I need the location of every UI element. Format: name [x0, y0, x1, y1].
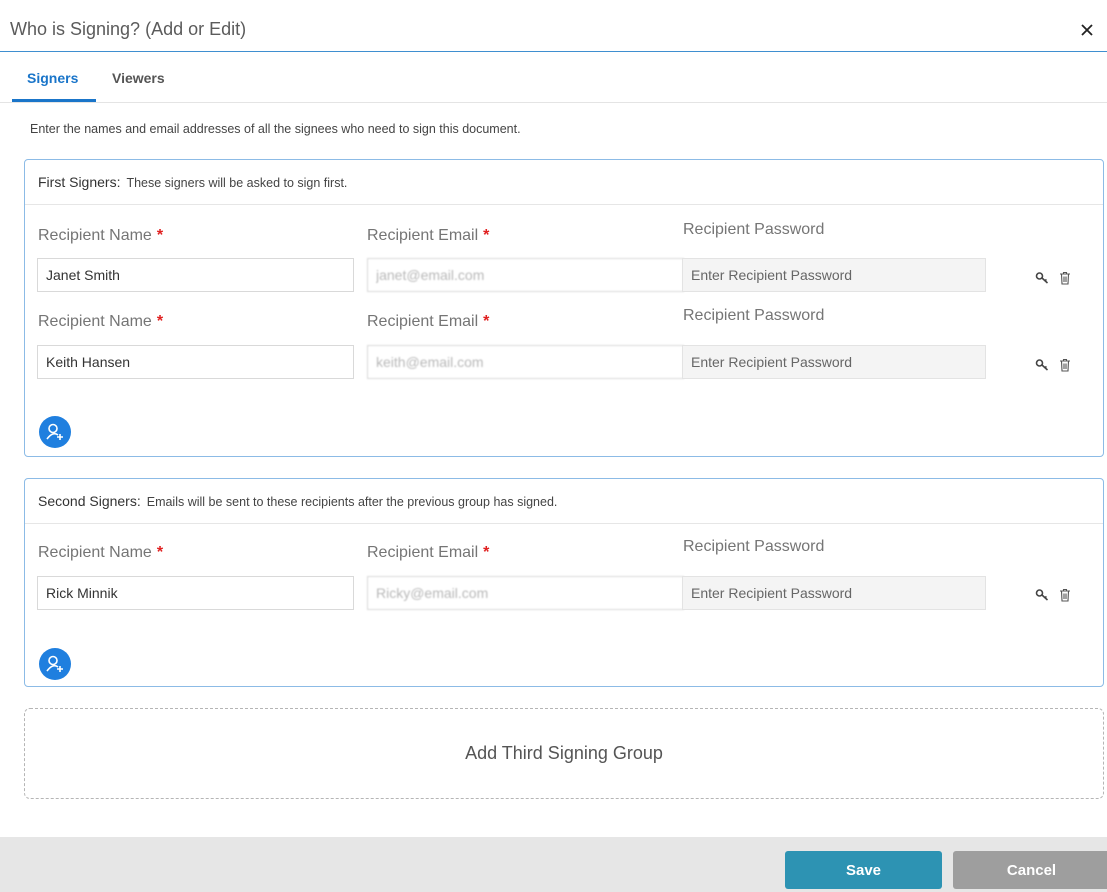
tab-signers[interactable]: Signers — [27, 70, 78, 86]
recipient-name-label: Recipient Name * — [38, 544, 164, 561]
key-icon[interactable] — [1033, 586, 1051, 604]
add-recipient-button[interactable] — [39, 648, 71, 680]
required-marker: * — [483, 313, 490, 330]
required-marker: * — [156, 544, 164, 561]
recipient-email-input[interactable] — [367, 576, 684, 610]
add-signing-group-button[interactable]: Add Third Signing Group — [24, 708, 1104, 799]
group-title: Second Signers: — [38, 493, 141, 509]
key-icon[interactable] — [1033, 356, 1051, 374]
required-marker: * — [483, 544, 490, 561]
instructions-text: Enter the names and email addresses of a… — [30, 122, 521, 136]
recipient-password-label: Recipient Password — [683, 307, 825, 324]
tab-viewers[interactable]: Viewers — [112, 70, 165, 86]
required-marker: * — [156, 313, 164, 330]
group-description: These signers will be asked to sign firs… — [126, 176, 348, 190]
dialog-header: Who is Signing? (Add or Edit) — [0, 0, 1107, 52]
required-marker: * — [483, 227, 490, 244]
recipient-password-label: Recipient Password — [683, 538, 825, 555]
recipient-name-input[interactable] — [37, 576, 354, 610]
trash-icon[interactable] — [1056, 356, 1074, 374]
signing-group-second: Second Signers: Emails will be sent to th… — [24, 478, 1104, 687]
dialog-footer: Save Cancel — [0, 837, 1107, 892]
add-recipient-button[interactable] — [39, 416, 71, 448]
recipient-email-input[interactable] — [367, 345, 684, 379]
recipient-name-input[interactable] — [37, 258, 354, 292]
cancel-button[interactable]: Cancel — [953, 851, 1107, 889]
recipient-password-label: Recipient Password — [683, 221, 825, 238]
required-marker: * — [156, 227, 164, 244]
dialog-title: Who is Signing? (Add or Edit) — [10, 19, 247, 39]
add-user-icon — [46, 655, 63, 672]
recipient-password-input[interactable] — [682, 345, 986, 379]
key-icon[interactable] — [1033, 269, 1051, 287]
signing-group-first: First Signers: These signers will be aske… — [24, 159, 1104, 457]
active-tab-indicator — [12, 99, 96, 102]
recipient-email-input[interactable] — [367, 258, 684, 292]
recipient-email-label: Recipient Email * — [367, 544, 490, 561]
group-description: Emails will be sent to these recipients … — [146, 495, 558, 509]
recipient-email-label: Recipient Email * — [367, 313, 490, 330]
add-user-icon — [46, 423, 63, 440]
trash-icon[interactable] — [1056, 586, 1074, 604]
group-title: First Signers: — [38, 174, 121, 190]
recipient-name-input[interactable] — [37, 345, 354, 379]
group-header: Second Signers: Emails will be sent to th… — [25, 479, 1103, 524]
recipient-password-input[interactable] — [682, 576, 986, 610]
recipient-name-label: Recipient Name * — [38, 227, 164, 244]
close-icon[interactable] — [1077, 20, 1097, 40]
group-header: First Signers: These signers will be aske… — [25, 160, 1103, 205]
tab-bar: Signers Viewers — [0, 53, 1107, 103]
trash-icon[interactable] — [1056, 269, 1074, 287]
save-button[interactable]: Save — [785, 851, 942, 889]
recipient-password-input[interactable] — [682, 258, 986, 292]
recipient-name-label: Recipient Name * — [38, 313, 164, 330]
add-signing-group-label: Add Third Signing Group — [465, 743, 663, 763]
recipient-email-label: Recipient Email * — [367, 227, 490, 244]
